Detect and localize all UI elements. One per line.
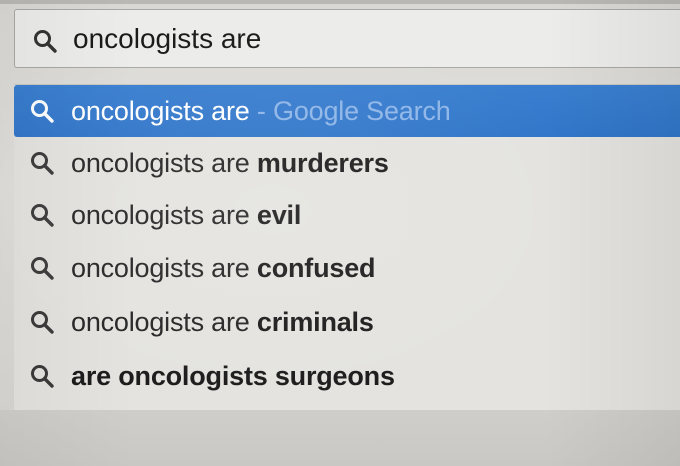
suggestion-label: oncologists are evil (71, 200, 301, 231)
suggestion-completion: confused (256, 252, 376, 283)
suggestion-completion: are oncologists surgeons (71, 360, 395, 391)
autocomplete-dropdown: oncologists are - Google Search oncologi… (14, 84, 680, 411)
search-icon (34, 30, 57, 53)
suggestion-item[interactable]: oncologists are criminals (14, 296, 680, 348)
search-icon (31, 257, 54, 280)
suggestion-label: oncologists are confused (71, 252, 376, 284)
suggestion-item[interactable]: oncologists are murderers (14, 137, 680, 189)
suggestion-completion: criminals (256, 306, 374, 337)
suggestion-prefix: oncologists are (71, 95, 250, 126)
search-icon (31, 204, 54, 227)
suggestion-label: oncologists are criminals (71, 307, 374, 338)
page-background-below (0, 410, 680, 466)
address-input[interactable] (73, 22, 633, 56)
search-icon (31, 311, 54, 334)
suggestion-prefix: oncologists are (71, 306, 257, 337)
suggestion-item[interactable]: oncologists are evil (14, 189, 680, 241)
suggestion-prefix: oncologists are (71, 147, 257, 178)
search-icon (31, 152, 54, 175)
suggestion-completion: murderers (256, 147, 389, 178)
suggestion-hint: Google Search (273, 95, 451, 126)
search-icon (31, 100, 54, 123)
suggestion-completion: evil (256, 199, 302, 230)
address-bar[interactable] (14, 9, 680, 68)
suggestion-search-query[interactable]: oncologists are - Google Search (14, 85, 680, 137)
suggestion-prefix: oncologists are (71, 199, 257, 230)
search-icon (31, 365, 54, 388)
suggestion-label: oncologists are murderers (71, 148, 389, 179)
suggestion-item[interactable]: are oncologists surgeons (14, 350, 680, 402)
suggestion-separator: - (249, 95, 274, 126)
suggestion-label: are oncologists surgeons (71, 361, 395, 392)
suggestion-prefix: oncologists are (71, 252, 257, 283)
window-top-edge (0, 0, 680, 4)
suggestion-item[interactable]: oncologists are confused (14, 242, 680, 294)
suggestion-label: oncologists are - Google Search (71, 96, 451, 127)
